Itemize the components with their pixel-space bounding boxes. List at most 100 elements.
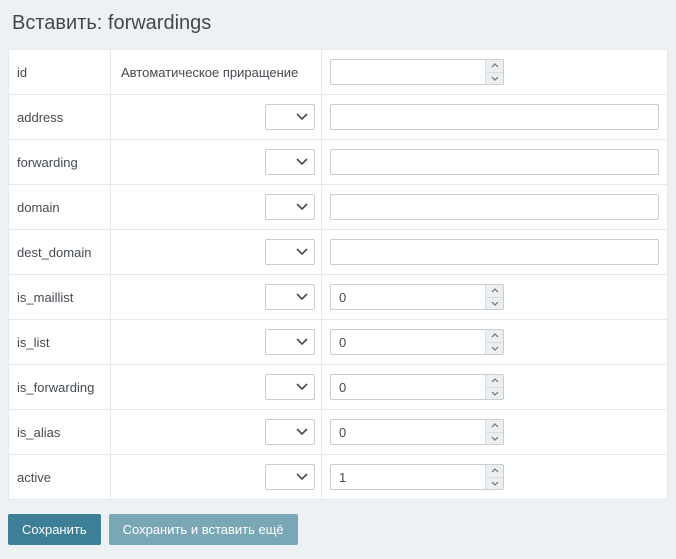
spinner-buttons-is_forwarding <box>485 375 503 399</box>
spinner-up-id[interactable] <box>486 60 503 72</box>
chevron-up-icon <box>491 423 499 428</box>
operator-cell <box>111 410 322 455</box>
operator-dropdown-forwarding[interactable] <box>265 149 315 175</box>
chevron-up-icon <box>491 468 499 473</box>
operator-cell <box>111 140 322 185</box>
value-cell <box>322 185 668 230</box>
chevron-up-icon <box>491 288 499 293</box>
operator-cell <box>111 230 322 275</box>
value-input-dest_domain[interactable] <box>330 239 659 265</box>
spinner-buttons-is_list <box>485 330 503 354</box>
chevron-up-icon <box>491 378 499 383</box>
field-label: id <box>9 50 111 95</box>
operator-cell: Автоматическое приращение <box>111 50 322 95</box>
spinner-up-active[interactable] <box>486 465 503 477</box>
spinner-up-is_forwarding[interactable] <box>486 375 503 387</box>
field-label: dest_domain <box>9 230 111 275</box>
value-input-forwarding[interactable] <box>330 149 659 175</box>
operator-dropdown-domain[interactable] <box>265 194 315 220</box>
value-input-active[interactable] <box>330 464 504 490</box>
spinner-buttons-is_alias <box>485 420 503 444</box>
operator-dropdown-is_maillist[interactable] <box>265 284 315 310</box>
save-and-insert-more-button[interactable]: Сохранить и вставить ещё <box>109 514 298 545</box>
spinner-down-is_forwarding[interactable] <box>486 387 503 400</box>
chevron-down-icon <box>491 76 499 81</box>
chevron-down-icon <box>491 481 499 486</box>
row-is_maillist: is_maillist <box>9 275 668 320</box>
value-cell <box>322 95 668 140</box>
field-label: is_maillist <box>9 275 111 320</box>
operator-dropdown-is_list[interactable] <box>265 329 315 355</box>
value-input-is_list[interactable] <box>330 329 504 355</box>
operator-cell <box>111 275 322 320</box>
operator-cell <box>111 185 322 230</box>
chevron-down-icon <box>491 346 499 351</box>
value-input-domain[interactable] <box>330 194 659 220</box>
value-cell <box>322 320 668 365</box>
value-input-is_alias[interactable] <box>330 419 504 445</box>
spinner-up-is_alias[interactable] <box>486 420 503 432</box>
spinner-buttons-is_maillist <box>485 285 503 309</box>
value-input-id[interactable] <box>330 59 504 85</box>
operator-cell <box>111 455 322 500</box>
operator-dropdown-address[interactable] <box>265 104 315 130</box>
operator-cell <box>111 365 322 410</box>
chevron-down-icon <box>296 203 308 211</box>
spinner-buttons-active <box>485 465 503 489</box>
value-cell <box>322 140 668 185</box>
field-label: is_list <box>9 320 111 365</box>
row-id: id Автоматическое приращение <box>9 50 668 95</box>
value-input-address[interactable] <box>330 104 659 130</box>
value-cell <box>322 230 668 275</box>
field-label: is_alias <box>9 410 111 455</box>
value-input-is_maillist[interactable] <box>330 284 504 310</box>
field-label: is_forwarding <box>9 365 111 410</box>
action-row: Сохранить Сохранить и вставить ещё <box>8 514 668 545</box>
operator-cell <box>111 95 322 140</box>
value-cell <box>322 365 668 410</box>
field-label: domain <box>9 185 111 230</box>
chevron-down-icon <box>296 383 308 391</box>
field-label: address <box>9 95 111 140</box>
chevron-down-icon <box>296 113 308 121</box>
spinner-buttons-id <box>485 60 503 84</box>
row-is_list: is_list <box>9 320 668 365</box>
spinner-up-is_list[interactable] <box>486 330 503 342</box>
row-domain: domain <box>9 185 668 230</box>
chevron-up-icon <box>491 333 499 338</box>
auto-increment-label: Автоматическое приращение <box>119 65 298 80</box>
insert-table: id Автоматическое приращение address for… <box>8 49 668 500</box>
value-cell <box>322 410 668 455</box>
save-button[interactable]: Сохранить <box>8 514 101 545</box>
row-forwarding: forwarding <box>9 140 668 185</box>
field-label: active <box>9 455 111 500</box>
spinner-down-is_alias[interactable] <box>486 432 503 445</box>
chevron-down-icon <box>491 391 499 396</box>
spinner-down-is_list[interactable] <box>486 342 503 355</box>
chevron-down-icon <box>491 436 499 441</box>
value-cell <box>322 50 668 95</box>
row-is_forwarding: is_forwarding <box>9 365 668 410</box>
spinner-up-is_maillist[interactable] <box>486 285 503 297</box>
spinner-down-id[interactable] <box>486 72 503 85</box>
operator-dropdown-active[interactable] <box>265 464 315 490</box>
chevron-down-icon <box>296 293 308 301</box>
operator-dropdown-is_alias[interactable] <box>265 419 315 445</box>
value-input-is_forwarding[interactable] <box>330 374 504 400</box>
chevron-up-icon <box>491 63 499 68</box>
chevron-down-icon <box>296 158 308 166</box>
spinner-down-is_maillist[interactable] <box>486 297 503 310</box>
operator-dropdown-is_forwarding[interactable] <box>265 374 315 400</box>
chevron-down-icon <box>296 428 308 436</box>
row-dest_domain: dest_domain <box>9 230 668 275</box>
chevron-down-icon <box>296 473 308 481</box>
row-active: active <box>9 455 668 500</box>
chevron-down-icon <box>296 338 308 346</box>
operator-dropdown-dest_domain[interactable] <box>265 239 315 265</box>
insert-form-card: id Автоматическое приращение address for… <box>8 49 668 500</box>
spinner-down-active[interactable] <box>486 477 503 490</box>
value-cell <box>322 455 668 500</box>
row-is_alias: is_alias <box>9 410 668 455</box>
field-label: forwarding <box>9 140 111 185</box>
chevron-down-icon <box>491 301 499 306</box>
